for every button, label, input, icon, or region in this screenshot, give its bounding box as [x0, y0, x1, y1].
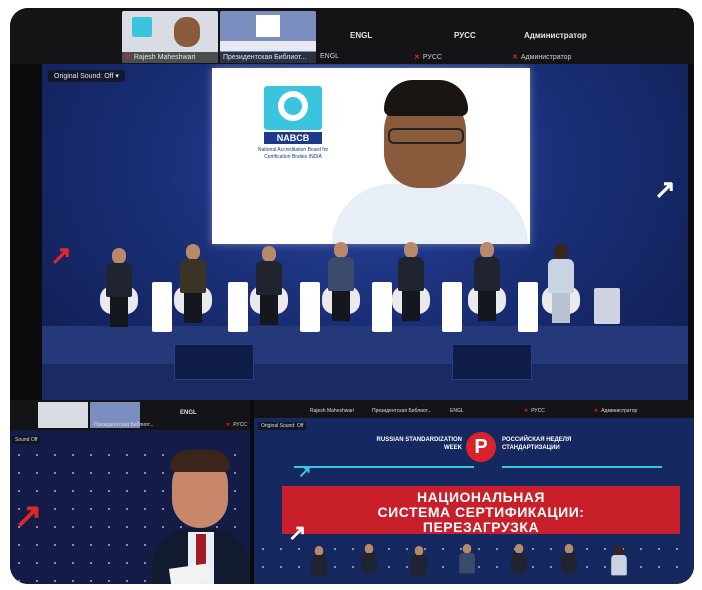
banner-title: НАЦИОНАЛЬНАЯ СИСТЕМА СЕРТИФИКАЦИИ: ПЕРЕЗ…	[377, 489, 585, 535]
white-arrow-icon: ↗	[654, 174, 676, 204]
participant-strip: Rajesh Maheshwari Президентская Библиот.…	[254, 400, 694, 418]
original-sound-toggle[interactable]: Original Sound: Off	[258, 422, 307, 430]
mic-muted-icon: ✕	[414, 54, 420, 61]
side-table	[442, 282, 462, 332]
stage-wide-video[interactable]: Rajesh Maheshwari Президентская Библиот.…	[254, 400, 694, 584]
event-name-en: RUSSIAN STANDARDIZATION WEEK	[376, 437, 462, 451]
audio-channel-label[interactable]: ENGL	[180, 410, 197, 416]
side-table	[300, 282, 320, 332]
main-video[interactable]: Original Sound: Off ▾ ↗ ↗ ↗ NABCB Nation…	[42, 64, 688, 400]
rsw-logo-icon: Р	[466, 432, 496, 462]
speaker-hair	[170, 450, 230, 472]
stage-table	[220, 41, 316, 51]
screen-shape	[256, 15, 280, 37]
stage-box	[174, 344, 254, 380]
participant-name: Президентская Библиот...	[372, 408, 432, 414]
audio-channel-label[interactable]: РУСС	[454, 31, 476, 40]
logo-subtitle: National Accreditation Board for Certifi…	[257, 147, 329, 160]
participant-strip: ✕ Rajesh Maheshwari Президентская Библиот…	[10, 8, 694, 64]
cyan-arrow-icon: ↗	[298, 464, 312, 481]
cyan-divider	[502, 466, 662, 468]
speaker-hair	[384, 80, 468, 116]
screenshot-frame: ✕ Rajesh Maheshwari Президентская Библиот…	[10, 8, 694, 584]
side-table	[152, 282, 172, 332]
stage-front	[42, 364, 688, 400]
participant-name: Президентская Библиот...	[94, 422, 154, 428]
audio-channel-label[interactable]: ENGL	[350, 31, 372, 40]
participant-strip: Rajesh Maheshwari Президентская Библиот.…	[10, 400, 250, 430]
participant-face	[174, 17, 200, 47]
audio-channel-sub: ✕ РУСС	[226, 422, 247, 428]
nabcb-logo-icon	[264, 86, 322, 130]
audio-channel-sub: ✕ РУСС	[524, 408, 545, 414]
audio-channel-label[interactable]: Администратор	[524, 31, 587, 40]
mic-muted-icon: ✕	[125, 54, 131, 61]
event-name-ru: РОССИЙСКАЯ НЕДЕЛЯ СТАНДАРТИЗАЦИИ	[502, 437, 572, 451]
audio-channel-sub: ENGL	[320, 53, 340, 60]
original-sound-toggle[interactable]: Sound Off	[12, 436, 41, 444]
logo-wordmark: NABCB	[264, 132, 322, 144]
mic-muted-icon: ✕	[226, 422, 231, 428]
participant-name: Rajesh Maheshwari	[310, 408, 354, 414]
speaker-video[interactable]: Rajesh Maheshwari Президентская Библиот.…	[10, 400, 250, 584]
audio-channel-sub: ✕ Администратор	[594, 408, 638, 414]
cyan-divider	[294, 466, 474, 468]
original-sound-toggle[interactable]: Original Sound: Off ▾	[48, 70, 125, 82]
side-table	[228, 282, 248, 332]
participant-name: Rajesh Maheshwari	[38, 422, 82, 428]
participant-tile[interactable]: Президентская Библиот...	[220, 11, 316, 63]
mic-muted-icon: ✕	[594, 408, 599, 414]
audio-channel-sub: ENGL	[450, 408, 464, 414]
stage-box	[452, 344, 532, 380]
nabcb-logo-icon	[132, 17, 152, 37]
side-table	[518, 282, 538, 332]
side-table	[372, 282, 392, 332]
participant-name: Президентская Библиот...	[220, 52, 316, 63]
audio-channel-sub: ✕ РУСС	[414, 54, 442, 61]
moderator-lectern	[594, 288, 620, 324]
white-arrow-icon: ↗	[288, 520, 307, 545]
participant-name: ✕ Rajesh Maheshwari	[122, 52, 218, 63]
mic-muted-icon: ✕	[512, 54, 518, 61]
participant-tile[interactable]: ✕ Rajesh Maheshwari	[122, 11, 218, 63]
speaker-glasses	[388, 128, 464, 144]
red-arrow-icon: ↗	[14, 497, 43, 535]
speaker-shirt	[332, 184, 528, 244]
projection-screen: NABCB National Accreditation Board for C…	[212, 68, 530, 244]
mic-muted-icon: ✕	[524, 408, 529, 414]
audio-channel-sub: ✕ Администратор	[512, 54, 572, 61]
red-arrow-icon: ↗	[50, 240, 72, 270]
